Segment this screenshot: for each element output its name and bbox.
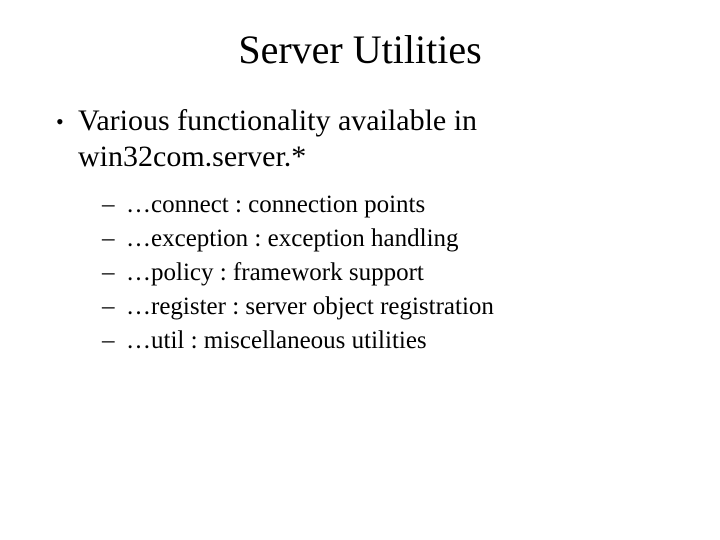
bullet-level2: – …util : miscellaneous utilities: [102, 325, 670, 357]
bullet-level2-text: …connect : connection points: [126, 189, 670, 221]
bullet-dash-icon: –: [102, 189, 126, 221]
bullet-dash-icon: –: [102, 257, 126, 289]
bullet-level2-text: …exception : exception handling: [126, 223, 670, 255]
bullet-level1-text: Various functionality available in win32…: [78, 103, 670, 175]
bullet-level2: – …register : server object registration: [102, 291, 670, 323]
bullet-level1: • Various functionality available in win…: [56, 103, 670, 175]
slide-title: Server Utilities: [50, 26, 670, 73]
bullet-dash-icon: –: [102, 291, 126, 323]
sub-bullet-list: – …connect : connection points – …except…: [102, 189, 670, 357]
bullet-dot-icon: •: [56, 103, 78, 135]
bullet-level2: – …exception : exception handling: [102, 223, 670, 255]
bullet-level2-text: …util : miscellaneous utilities: [126, 325, 670, 357]
bullet-level2-text: …policy : framework support: [126, 257, 670, 289]
bullet-level2: – …policy : framework support: [102, 257, 670, 289]
bullet-level2: – …connect : connection points: [102, 189, 670, 221]
bullet-dash-icon: –: [102, 325, 126, 357]
bullet-level2-text: …register : server object registration: [126, 291, 670, 323]
bullet-dash-icon: –: [102, 223, 126, 255]
